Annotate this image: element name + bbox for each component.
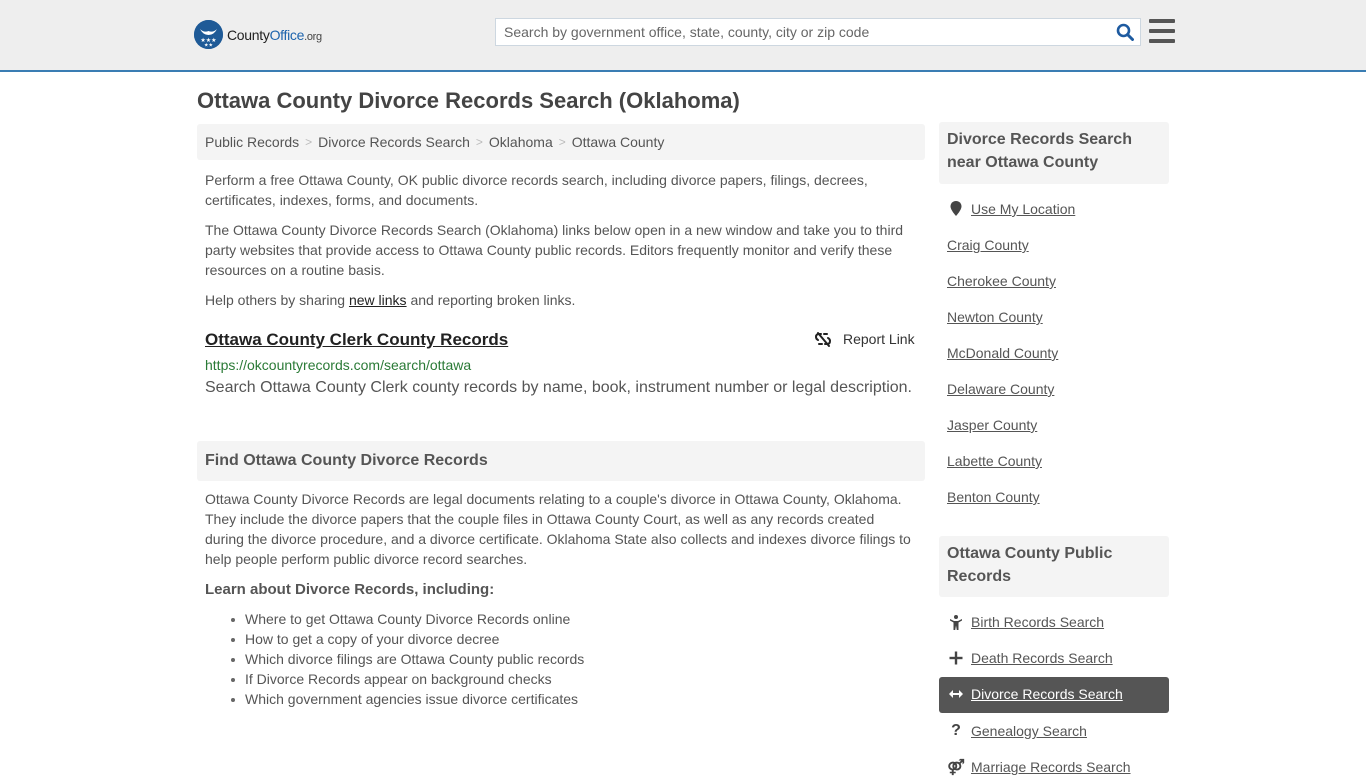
menu-bar bbox=[1149, 29, 1175, 33]
sidebar-item-label: Marriage Records Search bbox=[971, 759, 1131, 775]
breadcrumb-public-records[interactable]: Public Records bbox=[205, 134, 299, 150]
child-icon bbox=[947, 614, 965, 630]
report-link-label: Report Link bbox=[843, 331, 915, 347]
question-icon: ? bbox=[951, 722, 961, 739]
nearby-county-link[interactable]: Benton County bbox=[947, 489, 1040, 505]
page-title: Ottawa County Divorce Records Search (Ok… bbox=[197, 88, 740, 113]
share-paragraph: Help others by sharing new links and rep… bbox=[205, 290, 917, 310]
list-item: Which government agencies issue divorce … bbox=[230, 689, 584, 709]
sidebar-item-divorce-records[interactable]: Divorce Records Search bbox=[947, 686, 1123, 702]
sidebar-item-death-records[interactable]: Death Records Search bbox=[947, 650, 1113, 666]
breadcrumb-separator: > bbox=[475, 135, 483, 149]
nearby-county-link[interactable]: Delaware County bbox=[947, 381, 1054, 397]
search-bar bbox=[495, 18, 1141, 46]
search-icon bbox=[1116, 23, 1134, 41]
search-button[interactable] bbox=[1110, 19, 1140, 45]
nearby-county-link[interactable]: McDonald County bbox=[947, 345, 1058, 361]
new-links-link[interactable]: new links bbox=[349, 292, 407, 308]
map-marker-icon bbox=[947, 201, 965, 217]
breadcrumb-divorce-records-search[interactable]: Divorce Records Search bbox=[318, 134, 470, 150]
site-logo[interactable]: ★★★ ★★ CountyOffice.org bbox=[194, 20, 322, 49]
arrows-horizontal-icon bbox=[947, 689, 965, 699]
breadcrumb-oklahoma[interactable]: Oklahoma bbox=[489, 134, 553, 150]
breadcrumb-separator: > bbox=[558, 135, 566, 149]
learn-list: Where to get Ottawa County Divorce Recor… bbox=[230, 609, 585, 709]
nearby-county-link[interactable]: Labette County bbox=[947, 453, 1042, 469]
nearby-county-link[interactable]: Newton County bbox=[947, 309, 1043, 325]
breadcrumb-separator: > bbox=[305, 135, 313, 149]
intro-paragraph: Perform a free Ottawa County, OK public … bbox=[205, 172, 868, 208]
list-item: If Divorce Records appear on background … bbox=[230, 669, 584, 689]
find-section-heading: Find Ottawa County Divorce Records bbox=[197, 441, 925, 481]
list-item: How to get a copy of your divorce decree bbox=[230, 629, 584, 649]
site-header: ★★★ ★★ CountyOffice.org bbox=[0, 0, 1366, 72]
use-my-location-label: Use My Location bbox=[971, 201, 1076, 217]
list-item: Which divorce filings are Ottawa County … bbox=[230, 651, 585, 667]
logo-text: CountyOffice.org bbox=[227, 26, 322, 43]
search-input[interactable] bbox=[496, 19, 1110, 45]
share-text: Help others by sharing bbox=[205, 292, 349, 308]
share-text: and reporting broken links. bbox=[406, 292, 576, 308]
svg-text:★★: ★★ bbox=[204, 43, 213, 49]
plus-icon bbox=[947, 651, 965, 665]
sidebar-item-label: Divorce Records Search bbox=[971, 686, 1123, 702]
menu-bar bbox=[1149, 19, 1175, 23]
disclaimer-paragraph: The Ottawa County Divorce Records Search… bbox=[205, 222, 904, 278]
breadcrumb: Public Records > Divorce Records Search … bbox=[197, 124, 925, 160]
public-records-heading: Ottawa County Public Records bbox=[939, 536, 1169, 597]
result-url: https://okcountyrecords.com/search/ottaw… bbox=[205, 357, 472, 373]
result-title-link[interactable]: Ottawa County Clerk County Records bbox=[205, 330, 508, 350]
list-item: Where to get Ottawa County Divorce Recor… bbox=[230, 609, 584, 629]
nearby-county-link[interactable]: Jasper County bbox=[947, 417, 1037, 433]
hamburger-menu-icon[interactable] bbox=[1149, 19, 1175, 43]
find-section-body: Ottawa County Divorce Records are legal … bbox=[205, 491, 911, 567]
logo-eagle-icon: ★★★ ★★ bbox=[194, 20, 223, 49]
nearby-county-link[interactable]: Craig County bbox=[947, 237, 1029, 253]
sidebar-item-label: Birth Records Search bbox=[971, 614, 1105, 630]
broken-link-icon bbox=[815, 332, 831, 347]
use-my-location-link[interactable]: Use My Location bbox=[947, 201, 1075, 217]
learn-heading: Learn about Divorce Records, including: bbox=[205, 581, 495, 598]
sidebar-item-genealogy[interactable]: ? Genealogy Search bbox=[947, 722, 1087, 740]
nearby-heading: Divorce Records Search near Ottawa Count… bbox=[939, 122, 1169, 184]
nearby-county-link[interactable]: Cherokee County bbox=[947, 273, 1056, 289]
marriage-icon: ⚤ bbox=[947, 759, 965, 776]
sidebar-item-label: Genealogy Search bbox=[971, 723, 1087, 739]
sidebar-item-marriage-records[interactable]: ⚤ Marriage Records Search bbox=[947, 758, 1131, 776]
sidebar-item-label: Death Records Search bbox=[971, 650, 1113, 666]
menu-bar bbox=[1149, 39, 1175, 43]
result-description: Search Ottawa County Clerk county record… bbox=[205, 379, 912, 396]
report-link-button[interactable]: Report Link bbox=[815, 331, 915, 347]
breadcrumb-ottawa-county[interactable]: Ottawa County bbox=[572, 134, 665, 150]
sidebar-item-birth-records[interactable]: Birth Records Search bbox=[947, 614, 1104, 630]
